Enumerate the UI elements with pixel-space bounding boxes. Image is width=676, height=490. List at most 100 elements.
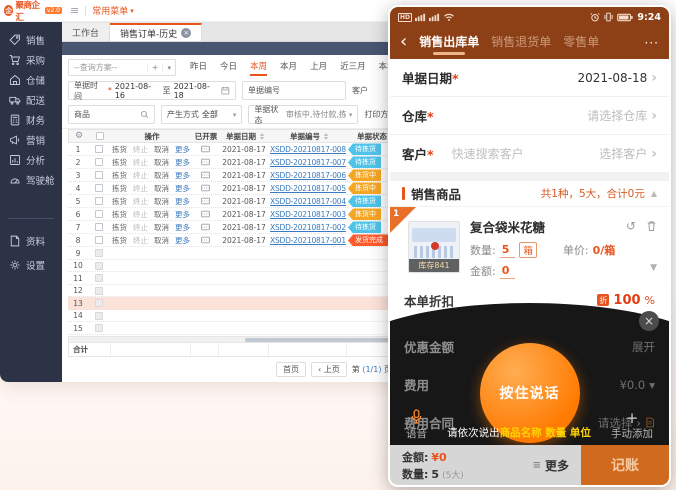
field-warehouse[interactable]: 仓库* 请选择仓库›	[390, 97, 669, 135]
action-more[interactable]: 更多	[175, 209, 190, 220]
range-last-month[interactable]: 上月	[310, 60, 327, 76]
action-cancel[interactable]: 取消	[154, 235, 169, 246]
tab-sales-return[interactable]: 销售退货单	[491, 33, 551, 54]
tab-retail[interactable]: 零售单	[563, 33, 599, 54]
action-terminate[interactable]: 终止	[133, 196, 148, 207]
sidebar-item-analysis[interactable]: 分析	[0, 150, 62, 170]
prev-page-button[interactable]: ‹ 上页	[311, 362, 347, 377]
range-yesterday[interactable]: 昨日	[190, 60, 207, 76]
action-more[interactable]: 更多	[175, 222, 190, 233]
tab-workbench[interactable]: 工作台	[62, 23, 110, 41]
more-menu-icon[interactable]: ···	[645, 36, 659, 50]
record-order-button[interactable]: 记账	[581, 445, 669, 485]
trash-icon[interactable]	[646, 220, 657, 232]
scrollbar-thumb[interactable]	[245, 338, 395, 342]
unit-selector[interactable]: 箱	[519, 242, 537, 258]
action-pick[interactable]: 拣货	[112, 157, 127, 168]
action-pick[interactable]: 拣货	[112, 183, 127, 194]
row-checkbox[interactable]	[95, 171, 103, 179]
field-customer[interactable]: 客户* 快速搜索客户 选择客户›	[390, 135, 669, 173]
date-range-input[interactable]: 单据时间 * 2021-08-16 至 2021-08-18	[68, 81, 236, 100]
row-checkbox[interactable]	[95, 236, 103, 244]
action-more[interactable]: 更多	[175, 235, 190, 246]
horizontal-scrollbar[interactable]	[68, 336, 396, 343]
tab-sales-order-history[interactable]: 销售订单-历史 ×	[110, 23, 202, 41]
row-checkbox[interactable]	[95, 158, 103, 166]
action-more[interactable]: 更多	[175, 157, 190, 168]
action-terminate[interactable]: 终止	[133, 235, 148, 246]
sidebar-item-marketing[interactable]: 营销	[0, 130, 62, 150]
add-plan-icon[interactable]: +	[147, 63, 163, 72]
sidebar-item-purchase[interactable]: 采购	[0, 50, 62, 70]
row-checkbox[interactable]	[95, 210, 103, 218]
action-terminate[interactable]: 终止	[133, 157, 148, 168]
tab-sales-outbound[interactable]: 销售出库单	[419, 33, 479, 54]
product-search-input[interactable]: 商品	[68, 105, 155, 124]
select-customer-action[interactable]: 选择客户	[599, 145, 647, 162]
query-plan-select[interactable]: --查询方案-- + ▾	[68, 59, 176, 76]
action-pick[interactable]: 拣货	[112, 196, 127, 207]
select-all-checkbox[interactable]	[96, 132, 104, 140]
order-no-link[interactable]: XSDD-20210817-005	[270, 184, 346, 193]
action-cancel[interactable]: 取消	[154, 183, 169, 194]
row-checkbox[interactable]	[95, 223, 103, 231]
more-options-button[interactable]: ≡更多	[533, 457, 569, 474]
action-pick[interactable]: 拣货	[112, 222, 127, 233]
col-order-no[interactable]: 单据编号	[290, 131, 320, 142]
qty-value[interactable]: 5	[500, 243, 516, 258]
action-pick[interactable]: 拣货	[112, 170, 127, 181]
action-terminate[interactable]: 终止	[133, 209, 148, 220]
action-pick[interactable]: 拣货	[112, 235, 127, 246]
sidebar-item-delivery[interactable]: 配送	[0, 90, 62, 110]
action-terminate[interactable]: 终止	[133, 144, 148, 155]
action-cancel[interactable]: 取消	[154, 222, 169, 233]
order-no-link[interactable]: XSDD-20210817-001	[270, 236, 346, 245]
order-no-link[interactable]: XSDD-20210817-003	[270, 210, 346, 219]
order-no-link[interactable]: XSDD-20210817-002	[270, 223, 346, 232]
order-no-input[interactable]: 单据编号	[242, 81, 346, 100]
sidebar-item-cockpit[interactable]: 驾驶舱	[0, 170, 62, 190]
sort-icon[interactable]	[260, 133, 264, 140]
sidebar-item-finance[interactable]: 财务	[0, 110, 62, 130]
action-more[interactable]: 更多	[175, 170, 190, 181]
action-more[interactable]: 更多	[175, 196, 190, 207]
sidebar-item-sales[interactable]: 销售	[0, 30, 62, 50]
range-today[interactable]: 今日	[220, 60, 237, 76]
sidebar-item-settings[interactable]: 设置	[0, 253, 62, 277]
sidebar-item-warehouse[interactable]: 仓储	[0, 70, 62, 90]
sort-icon[interactable]	[324, 133, 328, 140]
generation-method-select[interactable]: 产生方式 全部 ▾	[161, 105, 243, 124]
order-no-link[interactable]: XSDD-20210817-007	[270, 158, 346, 167]
collapse-down-icon[interactable]: ▼	[650, 263, 657, 273]
action-terminate[interactable]: 终止	[133, 183, 148, 194]
history-icon[interactable]: ↺	[626, 219, 636, 233]
action-cancel[interactable]: 取消	[154, 170, 169, 181]
amount-value[interactable]: 0	[500, 264, 516, 279]
collapse-up-icon[interactable]: ▲	[651, 189, 657, 198]
customer-search-input[interactable]: 快速搜索客户	[452, 145, 524, 162]
action-more[interactable]: 更多	[175, 144, 190, 155]
field-order-date[interactable]: 单据日期* 2021-08-18›	[390, 59, 669, 97]
action-pick[interactable]: 拣货	[112, 144, 127, 155]
order-no-link[interactable]: XSDD-20210817-004	[270, 197, 346, 206]
table-settings-gear-icon[interactable]: ⚙	[75, 131, 83, 141]
order-status-select[interactable]: 单据状态 审核中,待付款,拣货中... ▾	[248, 105, 358, 124]
row-checkbox[interactable]	[95, 184, 103, 192]
tab-close-icon[interactable]: ×	[181, 28, 191, 38]
range-last-3-months[interactable]: 近三月	[340, 60, 366, 76]
price-value[interactable]: 0/箱	[593, 242, 616, 258]
row-checkbox[interactable]	[95, 145, 103, 153]
first-page-button[interactable]: 首页	[276, 362, 306, 377]
voice-mode[interactable]: 语音	[406, 409, 427, 441]
action-cancel[interactable]: 取消	[154, 157, 169, 168]
close-overlay-button[interactable]: ×	[639, 311, 659, 331]
action-more[interactable]: 更多	[175, 183, 190, 194]
col-date[interactable]: 单据日期	[226, 131, 256, 142]
order-no-link[interactable]: XSDD-20210817-008	[270, 145, 346, 154]
action-pick[interactable]: 拣货	[112, 209, 127, 220]
action-terminate[interactable]: 终止	[133, 170, 148, 181]
back-chevron-icon[interactable]: ‹	[400, 33, 407, 51]
range-this-week[interactable]: 本周	[250, 60, 267, 76]
manual-add[interactable]: + 手动添加	[611, 412, 653, 441]
common-menu-dropdown[interactable]: 常用菜单 ▾	[92, 4, 134, 17]
